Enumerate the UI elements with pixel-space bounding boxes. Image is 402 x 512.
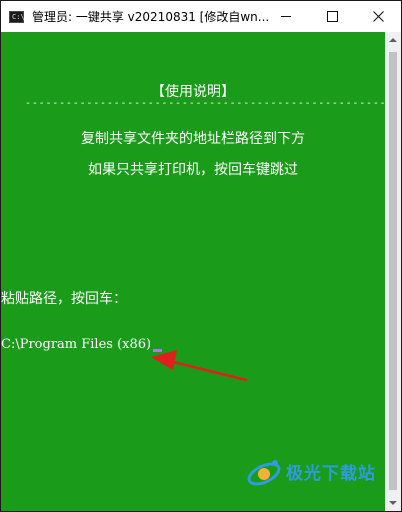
close-button[interactable] [355,1,401,32]
watermark-text: 极光下载站 [286,464,376,484]
close-icon [372,11,384,22]
scroll-down-arrow-icon [389,501,397,505]
watermark-logo-icon [247,460,281,486]
minimize-icon [281,16,291,17]
window-title: 管理员: 一键共享 v20210831 [修改自wn... [32,10,270,24]
minimize-button[interactable] [263,1,309,32]
red-arrow-annotation [151,350,248,382]
scroll-up-arrow-icon [389,38,397,42]
title-bar[interactable]: C:\ 管理员: 一键共享 v20210831 [修改自wn... [1,1,401,32]
console-area[interactable]: 【使用说明】 ---------------------------------… [1,32,385,511]
maximize-icon [326,11,338,22]
cmd-icon: C:\ [9,11,25,23]
watermark: 极光下载站 [244,452,394,492]
console-window: C:\ 管理员: 一键共享 v20210831 [修改自wn... 【使用说明】… [0,0,402,512]
maximize-button[interactable] [309,1,355,32]
scrollbar-thumb[interactable] [389,52,397,490]
scroll-up-button[interactable] [385,32,401,48]
vertical-scrollbar[interactable] [385,32,401,511]
scroll-down-button[interactable] [385,495,401,511]
